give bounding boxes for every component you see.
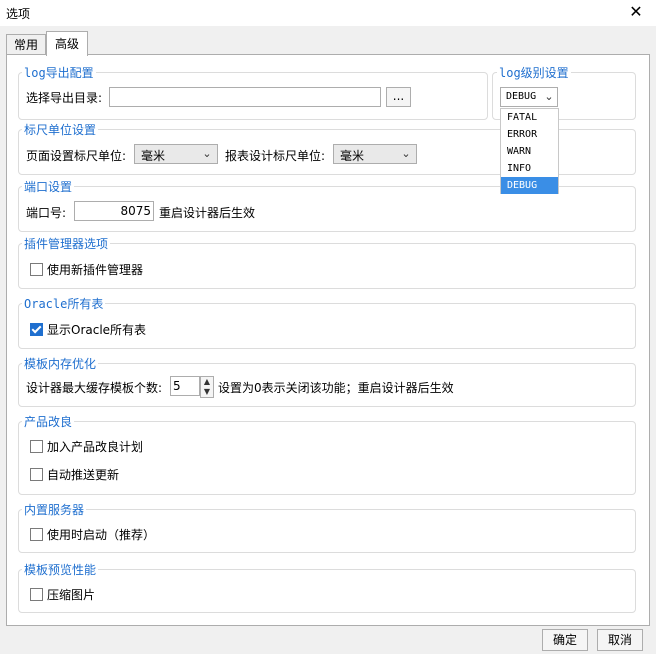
server-checkbox[interactable] <box>30 528 43 541</box>
improve-plan-checkbox[interactable] <box>30 440 43 453</box>
page-ruler-select[interactable]: 毫米 ⌄ <box>134 144 218 164</box>
oracle-checkbox[interactable] <box>30 323 43 336</box>
cache-count-stepper[interactable]: ▲ ▼ <box>200 376 214 398</box>
ruler-title: 标尺单位设置 <box>22 121 99 138</box>
cache-count-input[interactable]: 5 <box>170 376 200 396</box>
log-level-title: log级别设置 <box>497 64 571 81</box>
chevron-up-icon[interactable]: ▲ <box>201 377 213 387</box>
server-title: 内置服务器 <box>22 501 87 518</box>
browse-button[interactable]: ... <box>386 87 411 107</box>
preview-group <box>18 569 636 613</box>
page-ruler-label: 页面设置标尺单位: <box>26 149 127 163</box>
log-level-option[interactable]: FATAL <box>501 109 558 126</box>
title-bar: 选项 ✕ <box>0 0 656 26</box>
chevron-down-icon: ⌄ <box>544 90 554 103</box>
log-level-option[interactable]: ERROR <box>501 126 558 143</box>
compress-checkbox[interactable] <box>30 588 43 601</box>
cache-count-label: 设计器最大缓存模板个数: <box>26 381 163 395</box>
plugin-title: 插件管理器选项 <box>22 235 111 252</box>
export-dir-label: 选择导出目录: <box>26 91 103 105</box>
report-ruler-value: 毫米 <box>340 149 365 163</box>
cache-count-note: 设置为0表示关闭该功能；重启设计器后生效 <box>218 381 454 395</box>
port-input[interactable]: 8075 <box>74 201 154 221</box>
report-ruler-label: 报表设计标尺单位: <box>225 149 326 163</box>
plugin-option-label: 使用新插件管理器 <box>47 263 144 277</box>
server-option-label: 使用时启动（推荐） <box>47 528 156 542</box>
tab-common[interactable]: 常用 <box>6 34 46 55</box>
port-label: 端口号: <box>26 206 67 220</box>
port-note: 重启设计器后生效 <box>159 206 256 220</box>
tab-advanced[interactable]: 高级 <box>46 31 88 56</box>
chevron-down-icon: ⌄ <box>202 147 212 160</box>
cancel-button[interactable]: 取消 <box>597 629 643 651</box>
template-memory-title: 模板内存优化 <box>22 355 99 372</box>
ok-button[interactable]: 确定 <box>542 629 588 651</box>
oracle-option-label: 显示Oracle所有表 <box>47 323 147 337</box>
log-level-value: DEBUG <box>506 91 537 102</box>
log-level-dropdown: FATAL ERROR WARN INFO DEBUG <box>500 108 559 194</box>
log-level-select[interactable]: DEBUG ⌄ <box>500 87 558 107</box>
auto-update-checkbox[interactable] <box>30 468 43 481</box>
log-export-title: log导出配置 <box>22 64 96 81</box>
page-ruler-value: 毫米 <box>141 149 166 163</box>
improve-plan-label: 加入产品改良计划 <box>47 440 144 454</box>
auto-update-label: 自动推送更新 <box>47 468 120 482</box>
compress-label: 压缩图片 <box>47 588 96 602</box>
log-level-option[interactable]: INFO <box>501 160 558 177</box>
window-title: 选项 <box>6 7 31 21</box>
report-ruler-select[interactable]: 毫米 ⌄ <box>333 144 417 164</box>
product-title: 产品改良 <box>22 413 75 430</box>
preview-title: 模板预览性能 <box>22 561 99 578</box>
oracle-title: Oracle所有表 <box>22 295 106 312</box>
chevron-down-icon[interactable]: ▼ <box>201 387 213 397</box>
log-level-option[interactable]: WARN <box>501 143 558 160</box>
log-level-option[interactable]: DEBUG <box>501 177 558 194</box>
port-title: 端口设置 <box>22 178 75 195</box>
product-group <box>18 421 636 495</box>
chevron-down-icon: ⌄ <box>401 147 411 160</box>
plugin-checkbox[interactable] <box>30 263 43 276</box>
close-icon[interactable]: ✕ <box>626 2 646 22</box>
export-dir-input[interactable] <box>109 87 381 107</box>
